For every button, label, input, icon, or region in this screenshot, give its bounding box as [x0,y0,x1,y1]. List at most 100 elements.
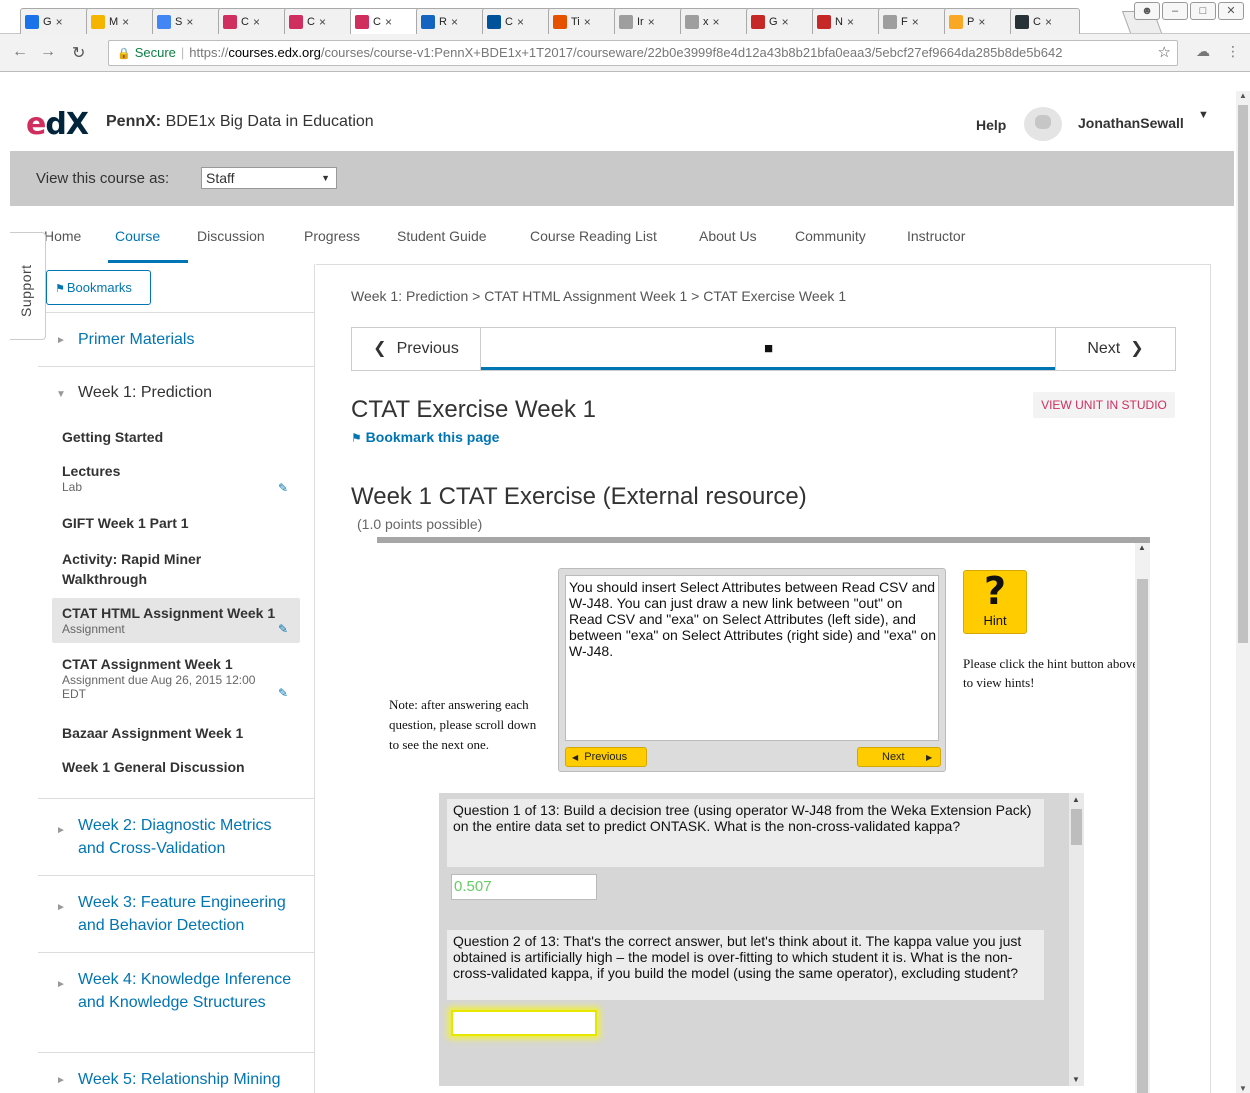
sequence-bazaar[interactable]: Bazaar Assignment Week 1 [52,725,300,741]
scroll-thumb[interactable] [1137,579,1148,1093]
scroll-up-icon[interactable]: ▲ [1239,91,1247,100]
scroll-up-icon[interactable]: ▲ [1072,795,1080,804]
username[interactable]: JonathanSewall [1078,115,1184,131]
bookmark-page-button[interactable]: ⚑ Bookmark this page [351,429,499,445]
arc-icon [817,14,831,29]
back-icon[interactable]: ← [12,43,28,61]
chapter-week4[interactable]: ► Week 4: Knowledge Inference and Knowle… [38,952,315,1052]
nav-instructor[interactable]: Instructor [907,228,965,244]
extension-icon[interactable]: ☁ [1196,43,1210,60]
close-tab-icon[interactable]: × [978,15,985,29]
forward-icon[interactable]: → [40,43,56,61]
sequence-rapid-miner[interactable]: Activity: Rapid Miner Walkthrough [52,549,272,589]
sequence-lectures[interactable]: Lectures Lab ✎ [52,463,300,495]
breadcrumb[interactable]: Week 1: Prediction > CTAT HTML Assignmen… [351,288,846,304]
close-tab-icon[interactable]: × [56,15,63,29]
chapter-week3[interactable]: ► Week 3: Feature Engineering and Behavi… [38,875,315,952]
close-tab-icon[interactable]: × [385,15,392,29]
close-tab-icon[interactable]: × [186,15,193,29]
scroll-thumb[interactable] [1238,105,1248,643]
close-tab-icon[interactable]: × [648,15,655,29]
chapter-week5[interactable]: ► Week 5: Relationship Mining [38,1052,315,1093]
browser-tab[interactable]: G × [746,8,816,34]
nav-student-guide[interactable]: Student Guide [397,228,487,244]
nav-progress[interactable]: Progress [304,228,360,244]
next-button[interactable]: Next ❯ [1055,328,1175,370]
view-as-select[interactable]: Staff ▼ [201,167,337,189]
question-2-input[interactable] [451,1010,597,1036]
page-scrollbar[interactable]: ▲ ▼ [1236,91,1250,1093]
hint-next-button[interactable]: Next ▶ [857,747,941,767]
nav-community[interactable]: Community [795,228,866,244]
sequence-ctat-html[interactable]: CTAT HTML Assignment Week 1 Assignment ✎ [52,598,300,643]
sequence-getting-started[interactable]: Getting Started [52,429,300,445]
browser-tab[interactable]: C × [482,8,552,34]
chapter-title[interactable]: Week 1: Prediction [78,381,212,404]
menu-icon[interactable]: ⋮ [1226,43,1240,60]
bookmarks-button[interactable]: ⚑ Bookmarks [46,270,151,305]
browser-tab[interactable]: R × [416,8,486,34]
sequence-gift[interactable]: GIFT Week 1 Part 1 [52,515,300,531]
hint-button[interactable]: ? Hint [963,570,1027,634]
user-dropdown-icon[interactable]: ▼ [1198,109,1209,121]
close-tab-icon[interactable]: × [253,15,260,29]
nav-discussion[interactable]: Discussion [197,228,265,244]
nav-home[interactable]: Home [44,228,81,244]
help-link[interactable]: Help [976,117,1006,133]
minimize-button[interactable]: – [1162,2,1188,20]
close-tab-icon[interactable]: × [122,15,129,29]
browser-tab[interactable]: C × [284,8,354,34]
close-tab-icon[interactable]: × [782,15,789,29]
close-tab-icon[interactable]: × [912,15,919,29]
nav-reading-list[interactable]: Course Reading List [530,228,657,244]
close-tab-icon[interactable]: × [451,15,458,29]
close-tab-icon[interactable]: × [584,15,591,29]
close-tab-icon[interactable]: × [319,15,326,29]
sequence-discussion[interactable]: Week 1 General Discussion [52,759,300,775]
browser-tab[interactable]: N × [812,8,882,34]
user-icon[interactable]: ☻ [1134,2,1160,20]
bookmark-star-icon[interactable]: ☆ [1153,41,1171,65]
scroll-down-icon[interactable]: ▼ [1239,1084,1247,1093]
browser-tab[interactable]: Ir × [614,8,684,34]
sequence-ctat-assignment[interactable]: CTAT Assignment Week 1 Assignment due Aug… [52,656,300,701]
chapter-primer[interactable]: ► Primer Materials [38,312,315,366]
close-tab-icon[interactable]: × [1045,15,1052,29]
scroll-down-icon[interactable]: ▼ [1072,1075,1080,1084]
browser-tab[interactable]: M × [86,8,156,34]
view-in-studio-button[interactable]: VIEW UNIT IN STUDIO [1033,392,1175,418]
question-panel-scrollbar[interactable]: ▲ ▼ [1069,793,1084,1086]
reload-icon[interactable]: ↻ [72,43,85,63]
support-tab[interactable]: Support [10,232,46,340]
browser-tab[interactable]: S × [152,8,222,34]
question-1-input[interactable]: 0.507 [451,874,597,900]
chevron-right-icon: ► [56,825,66,836]
url-input[interactable]: 🔒 Secure | https://courses.edx.org/courses/… [108,40,1178,66]
hint-previous-button[interactable]: ◀ Previous [565,747,647,767]
browser-tab[interactable]: Ti × [548,8,618,34]
close-window-button[interactable]: ✕ [1218,2,1244,20]
close-tab-icon[interactable]: × [517,15,524,29]
browser-tab[interactable]: F × [878,8,948,34]
browser-tab[interactable]: G × [20,8,90,34]
browser-tab[interactable]: C × [350,8,420,35]
scroll-thumb[interactable] [1071,809,1082,845]
tutor-frame-scrollbar[interactable]: ▲ [1135,543,1150,1093]
browser-tab[interactable]: C × [218,8,288,34]
browser-tab[interactable]: P × [944,8,1014,34]
previous-button[interactable]: ❮ Previous [352,328,481,370]
chevron-down-icon[interactable]: ▼ [56,389,66,400]
nav-course[interactable]: Course [115,228,160,244]
close-tab-icon[interactable]: × [713,15,720,29]
maximize-button[interactable]: □ [1190,2,1216,20]
chapter-week2[interactable]: ► Week 2: Diagnostic Metrics and Cross-V… [38,798,315,875]
browser-tab[interactable]: x × [680,8,750,34]
edx-logo[interactable]: edX [26,107,89,142]
bookmark-page-label: Bookmark this page [365,429,500,445]
unit-tab-current[interactable]: ■ [481,328,1056,370]
avatar[interactable] [1024,107,1062,141]
close-tab-icon[interactable]: × [847,15,854,29]
browser-tab[interactable]: C × [1010,8,1080,34]
nav-about-us[interactable]: About Us [699,228,757,244]
scroll-up-icon[interactable]: ▲ [1138,543,1146,552]
